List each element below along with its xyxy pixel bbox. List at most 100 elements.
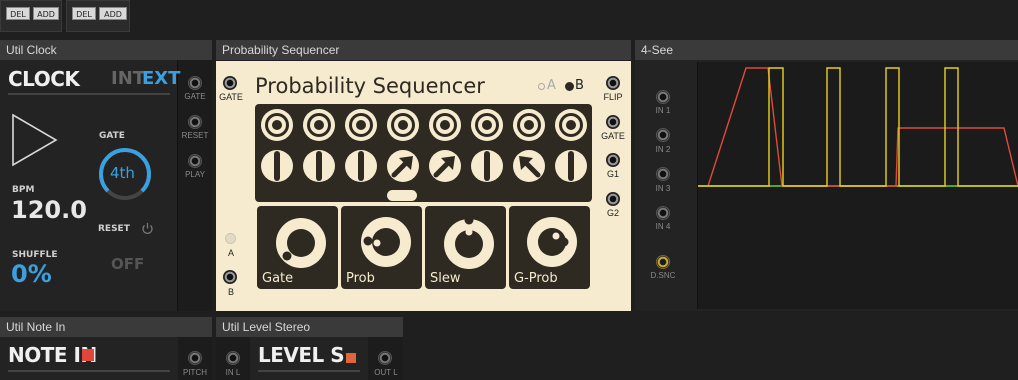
gate-knob-label: Gate — [262, 271, 294, 286]
step-direction-button[interactable] — [426, 147, 464, 185]
gate-jack[interactable] — [188, 76, 202, 90]
ring-icon — [345, 109, 377, 141]
shuffle-label: SHUFFLE — [12, 250, 58, 260]
dsnc-jack[interactable] — [656, 255, 670, 269]
play-icon[interactable] — [10, 112, 60, 168]
clock-mode-int[interactable]: INT — [111, 68, 145, 89]
bar-icon — [345, 150, 377, 182]
gate-value: 4th — [110, 164, 135, 182]
opt-a-label[interactable]: A — [547, 78, 556, 93]
opt-b-radio[interactable] — [565, 82, 574, 91]
clock-divider — [8, 93, 170, 95]
del-button[interactable]: DEL — [72, 7, 96, 20]
step-prob-button[interactable] — [342, 106, 380, 144]
step-direction-button[interactable] — [468, 147, 506, 185]
gate-knob-cell[interactable]: Gate — [257, 206, 338, 289]
arrow-ne-icon — [429, 150, 461, 182]
step-prob-button[interactable] — [300, 106, 338, 144]
add-button[interactable]: ADD — [99, 7, 127, 20]
scope-traces — [698, 67, 1018, 187]
flip-jack[interactable] — [606, 76, 620, 90]
note-in-divider — [8, 370, 170, 372]
prob-seq-header[interactable]: Probability Sequencer — [216, 40, 631, 60]
reset-jack[interactable] — [188, 115, 202, 129]
ring-icon — [429, 109, 461, 141]
step-direction-button[interactable] — [300, 147, 338, 185]
pitch-jack[interactable] — [188, 351, 202, 365]
off-label[interactable]: OFF — [111, 255, 144, 273]
slew-knob-label: Slew — [430, 271, 461, 286]
in4-label: IN 4 — [655, 222, 671, 231]
step-prob-button[interactable] — [384, 106, 422, 144]
g2-jack[interactable] — [606, 192, 620, 206]
gprob-knob-label: G-Prob — [514, 271, 558, 286]
del-button[interactable]: DEL — [6, 7, 30, 20]
gate-in-label: GATE — [219, 92, 243, 102]
clock-title: CLOCK — [8, 67, 80, 91]
play-jack-label: PLAY — [185, 170, 205, 179]
g2-label: G2 — [606, 208, 619, 218]
play-jack[interactable] — [188, 154, 202, 168]
flip-label: FLIP — [603, 92, 623, 102]
bpm-label: BPM — [12, 185, 35, 195]
in2-label: IN 2 — [655, 145, 671, 154]
gate-out-jack[interactable] — [606, 115, 620, 129]
step-prob-button[interactable] — [468, 106, 506, 144]
clock-mode-ext[interactable]: EXT — [142, 68, 180, 89]
a-led — [225, 233, 236, 244]
prob-knob-cell[interactable]: Prob — [341, 206, 422, 289]
b-jack[interactable] — [223, 270, 237, 284]
level-stereo-divider — [258, 370, 360, 372]
g1-label: G1 — [606, 169, 619, 179]
trace-yellow — [698, 67, 1018, 187]
bar-icon — [471, 150, 503, 182]
ring-icon — [555, 109, 587, 141]
out-l-jack[interactable] — [378, 351, 392, 365]
ring-icon — [471, 109, 503, 141]
reset-label: RESET — [98, 224, 130, 234]
g1-jack[interactable] — [606, 153, 620, 167]
note-in-header[interactable]: Util Note In — [0, 317, 212, 337]
pitch-label: PITCH — [183, 368, 207, 377]
level-stereo-header[interactable]: Util Level Stereo — [216, 317, 403, 337]
in4-jack[interactable] — [656, 206, 670, 220]
step-prob-button[interactable] — [552, 106, 590, 144]
shuffle-value[interactable]: 0% — [11, 260, 52, 288]
step-prob-button[interactable] — [258, 106, 296, 144]
power-icon[interactable] — [141, 222, 154, 235]
arrow-ne-icon — [387, 150, 419, 182]
step-prob-button[interactable] — [510, 106, 548, 144]
step-direction-button[interactable] — [510, 147, 548, 185]
in2-jack[interactable] — [656, 128, 670, 142]
four-see-header[interactable]: 4-See — [635, 40, 1018, 60]
gate-label: GATE — [99, 131, 125, 141]
gate-in-jack[interactable] — [223, 76, 237, 90]
reset-jack-label: RESET — [181, 131, 209, 140]
in-l-label: IN L — [225, 368, 241, 377]
a-label: A — [227, 248, 234, 258]
b-label: B — [227, 287, 234, 297]
opt-b-label[interactable]: B — [575, 78, 584, 93]
in3-jack[interactable] — [656, 167, 670, 181]
step-direction-button[interactable] — [384, 147, 422, 185]
bar-icon — [261, 150, 293, 182]
in1-jack[interactable] — [656, 90, 670, 104]
bpm-value[interactable]: 120.0 — [11, 196, 87, 224]
bar-icon — [555, 150, 587, 182]
gate-out-label: GATE — [601, 131, 625, 141]
step-direction-button[interactable] — [552, 147, 590, 185]
add-button[interactable]: ADD — [33, 7, 59, 20]
step-direction-button[interactable] — [342, 147, 380, 185]
in-l-jack[interactable] — [226, 351, 240, 365]
opt-a-radio[interactable] — [538, 83, 545, 90]
step-direction-button[interactable] — [258, 147, 296, 185]
ring-icon — [261, 109, 293, 141]
out-l-label: OUT L — [374, 368, 398, 377]
util-clock-header[interactable]: Util Clock — [0, 40, 212, 60]
slew-knob-cell[interactable]: Slew — [425, 206, 506, 289]
level-stereo-title: LEVEL S — [258, 343, 345, 367]
step-prob-button[interactable] — [426, 106, 464, 144]
note-in-led — [82, 349, 94, 361]
in1-label: IN 1 — [655, 106, 671, 115]
gprob-knob-cell[interactable]: G-Prob — [509, 206, 590, 289]
